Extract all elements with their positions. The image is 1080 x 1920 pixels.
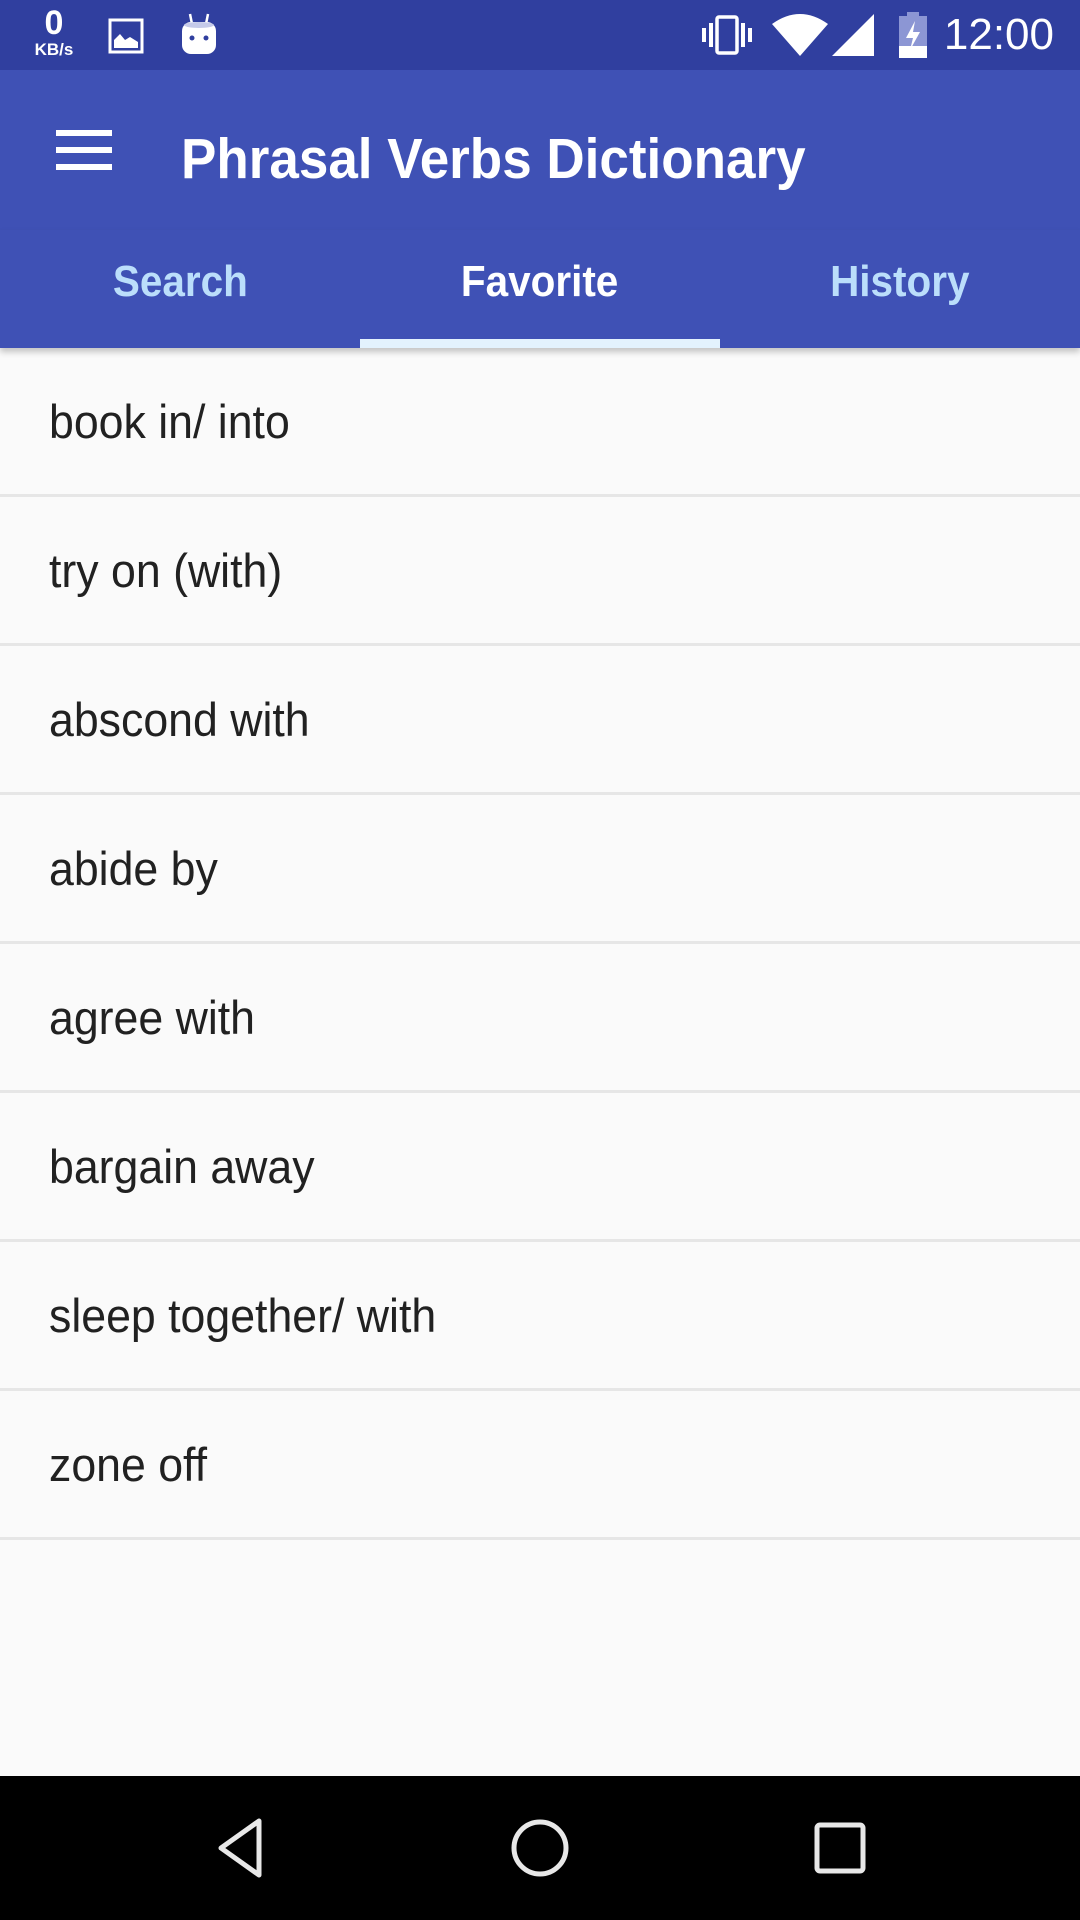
list-item-label: sleep together/ with: [49, 1288, 437, 1342]
recents-button[interactable]: [790, 1798, 890, 1898]
list-item-label: agree with: [49, 990, 256, 1044]
home-icon: [511, 1819, 569, 1877]
list-item-label: try on (with): [49, 543, 283, 597]
tab-history[interactable]: History: [720, 230, 1080, 348]
tab-label: Search: [112, 257, 248, 306]
list-item-label: abscond with: [49, 692, 310, 746]
list-item[interactable]: bargain away: [0, 1093, 1080, 1242]
vibrate-icon: [702, 15, 752, 55]
status-bar: 0 KB/s 12:00: [0, 0, 1080, 70]
tab-favorite[interactable]: Favorite: [360, 230, 720, 348]
back-icon: [218, 1818, 262, 1878]
hamburger-menu-icon[interactable]: [40, 112, 128, 188]
system-nav-bar: [0, 1776, 1080, 1920]
list-item[interactable]: agree with: [0, 944, 1080, 1093]
menu-bar: [56, 130, 112, 136]
list-item[interactable]: sleep together/ with: [0, 1242, 1080, 1391]
list-item-label: abide by: [49, 841, 218, 895]
tab-label: History: [830, 257, 970, 306]
cell-signal-icon: [832, 14, 874, 56]
menu-bar: [56, 164, 112, 170]
favorites-list: book in/ into try on (with) abscond with…: [0, 348, 1080, 1540]
battery-charging-icon: [899, 12, 927, 58]
network-speed: 0 KB/s: [26, 6, 82, 58]
menu-bar: [56, 147, 112, 153]
list-item[interactable]: abide by: [0, 795, 1080, 944]
android-icon: [182, 13, 216, 54]
wifi-icon: [772, 14, 828, 56]
list-item-label: book in/ into: [49, 394, 290, 448]
network-speed-unit: KB/s: [34, 40, 74, 59]
app-title: Phrasal Verbs Dictionary: [181, 127, 806, 191]
list-item[interactable]: book in/ into: [0, 348, 1080, 497]
tab-bar: Search Favorite History: [0, 230, 1080, 348]
clock: 12:00: [943, 10, 1054, 59]
app-toolbar: Phrasal Verbs Dictionary: [0, 70, 1080, 230]
tab-indicator: [360, 339, 720, 348]
list-item[interactable]: zone off: [0, 1391, 1080, 1540]
list-item-label: zone off: [49, 1437, 208, 1491]
recents-icon: [814, 1822, 866, 1874]
tab-label: Favorite: [461, 257, 619, 306]
tab-search[interactable]: Search: [0, 230, 360, 348]
back-button[interactable]: [191, 1798, 291, 1898]
list-item[interactable]: abscond with: [0, 646, 1080, 795]
list-item-label: bargain away: [49, 1139, 315, 1193]
image-icon: [108, 18, 144, 54]
list-item[interactable]: try on (with): [0, 497, 1080, 646]
network-speed-value: 0: [44, 4, 64, 42]
home-button[interactable]: [490, 1798, 590, 1898]
